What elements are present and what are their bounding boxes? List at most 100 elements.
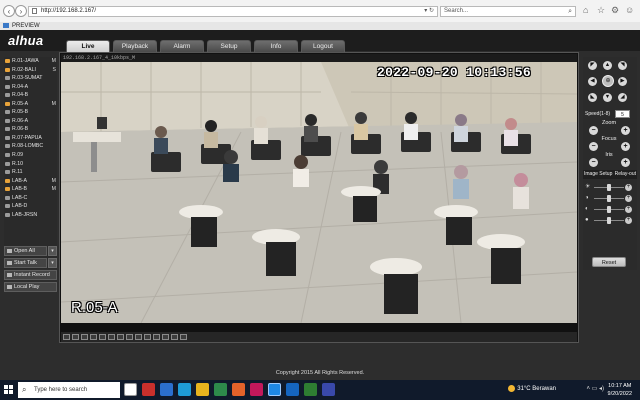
network-icon[interactable]: ▭ (592, 386, 598, 392)
focus-far-button[interactable]: + (621, 142, 630, 151)
browser-search-field[interactable]: Search... ⌕ (440, 6, 576, 17)
ptz-down-right-icon[interactable]: ◢ (618, 93, 627, 102)
layout-16-icon[interactable] (126, 334, 133, 340)
iris-open-button[interactable]: + (621, 158, 630, 167)
ptz-down-icon[interactable]: ▼ (603, 93, 612, 102)
stream-type-badge[interactable]: M (52, 57, 56, 66)
nav-tab-playback[interactable]: Playback (113, 40, 157, 52)
channel-item[interactable]: R.04-B (4, 91, 57, 100)
channel-item[interactable]: R.08-LOMBC (4, 142, 57, 151)
taskbar-clock[interactable]: 10:17 AM 9/20/2022 (608, 382, 632, 398)
address-bar[interactable]: http://192.168.2.167/ ▾ ↻ (28, 6, 438, 17)
channel-item[interactable]: R.11 (4, 168, 57, 177)
relay-out-tab[interactable]: Relay-out (615, 170, 636, 179)
app-icon-2[interactable] (160, 383, 173, 396)
file-explorer-icon[interactable] (196, 383, 209, 396)
smiley-icon[interactable]: ☺ (625, 5, 634, 15)
layout-8-icon[interactable] (108, 334, 115, 340)
channel-item[interactable]: R.06-A (4, 117, 57, 126)
stream-type-badge[interactable]: M (52, 100, 56, 109)
start-talk-dropdown-icon[interactable]: ▾ (48, 258, 57, 268)
layout-36-icon[interactable] (144, 334, 151, 340)
forward-arrow-icon[interactable]: › (15, 5, 27, 17)
ptz-center-icon[interactable]: ⊕ (602, 75, 614, 87)
original-size-icon[interactable] (72, 334, 79, 340)
browser-tab[interactable]: PREVIEW (2, 22, 40, 30)
layout-4-icon[interactable] (99, 334, 106, 340)
channel-item[interactable]: R.02-BALI S (4, 66, 57, 75)
home-icon[interactable]: ⌂ (583, 5, 588, 15)
refresh-icon[interactable]: ▾ ↻ (424, 7, 434, 16)
channel-item[interactable]: R.05-B (4, 108, 57, 117)
layout-9-icon[interactable] (117, 334, 124, 340)
channel-item[interactable]: R.05-A M (4, 100, 57, 109)
stream-type-badge[interactable]: M (52, 177, 56, 186)
channel-item[interactable]: R.01-JAWA M (4, 57, 57, 66)
ptz-left-icon[interactable]: ◀ (588, 77, 597, 86)
volume-icon[interactable]: ◂) (599, 386, 604, 392)
app-icon-1[interactable] (142, 383, 155, 396)
ptz-up-right-icon[interactable]: ◥ (618, 61, 627, 70)
nav-tab-live[interactable]: Live (66, 40, 110, 52)
snapshot-icon[interactable] (153, 334, 160, 340)
image-setup-tab[interactable]: Image Setup (584, 170, 612, 179)
hue-plus-icon[interactable]: + (625, 217, 632, 224)
nav-tab-info[interactable]: Info (254, 40, 298, 52)
contrast-plus-icon[interactable]: + (625, 195, 632, 202)
settings-gear-icon[interactable]: ⚙ (611, 5, 619, 16)
channel-item[interactable]: LAB-JRSN (4, 211, 57, 220)
fullscreen-icon[interactable] (81, 334, 88, 340)
tray-chevron-icon[interactable]: ˄ (586, 386, 590, 392)
windows-start-icon[interactable] (4, 385, 14, 395)
system-tray[interactable]: ˄ ▭ ◂) (586, 385, 604, 392)
reset-button[interactable]: Reset (592, 257, 626, 267)
brightness-plus-icon[interactable]: + (625, 184, 632, 191)
open-all-dropdown-icon[interactable]: ▾ (48, 246, 57, 256)
app-icon-3[interactable] (214, 383, 227, 396)
ptz-right-icon[interactable]: ▶ (618, 77, 627, 86)
layout-25-icon[interactable] (135, 334, 142, 340)
chrome-icon[interactable] (304, 383, 317, 396)
stream-toggle-icon[interactable] (171, 334, 178, 340)
brightness-slider-knob[interactable] (607, 184, 611, 191)
stream-type-badge[interactable]: S (53, 66, 56, 75)
layout-1-icon[interactable] (90, 334, 97, 340)
speed-select[interactable]: 5 (615, 110, 630, 118)
channel-item[interactable]: LAB-D (4, 202, 57, 211)
iris-close-button[interactable]: − (589, 158, 598, 167)
nav-tab-setup[interactable]: Setup (207, 40, 251, 52)
saturation-plus-icon[interactable]: + (625, 206, 632, 213)
hue-slider-knob[interactable] (607, 217, 611, 224)
stream-type-badge[interactable]: M (52, 185, 56, 194)
focus-near-button[interactable]: − (589, 142, 598, 151)
nav-tab-alarm[interactable]: Alarm (160, 40, 204, 52)
channel-item[interactable]: R.04-A (4, 83, 57, 92)
task-view-icon[interactable] (124, 383, 137, 396)
hue-slider[interactable]: ● + (585, 216, 635, 225)
nav-tab-logout[interactable]: Logout (301, 40, 345, 52)
record-toggle-icon[interactable] (162, 334, 169, 340)
ptz-up-left-icon[interactable]: ◤ (588, 61, 597, 70)
brightness-slider[interactable]: ☀ + (585, 183, 635, 192)
contrast-slider-knob[interactable] (607, 195, 611, 202)
channel-item[interactable]: R.03-SUMAT (4, 74, 57, 83)
internet-explorer-icon[interactable] (268, 383, 281, 396)
zoom-out-button[interactable]: − (589, 126, 598, 135)
app-icon-5[interactable] (286, 383, 299, 396)
channel-item[interactable]: R.06-B (4, 125, 57, 134)
search-icon[interactable]: ⌕ (568, 7, 572, 16)
app-icon-6[interactable] (322, 383, 335, 396)
channel-item[interactable]: LAB-C (4, 194, 57, 203)
contrast-slider[interactable]: ◑ + (585, 194, 635, 203)
channel-item[interactable]: LAB-A M (4, 177, 57, 186)
aspect-ratio-icon[interactable] (63, 334, 70, 340)
channel-item[interactable]: R.10 (4, 160, 57, 169)
refresh-stream-icon[interactable] (180, 334, 187, 340)
ptz-up-icon[interactable]: ▲ (603, 61, 612, 70)
zoom-in-button[interactable]: + (621, 126, 630, 135)
instant-record-button[interactable]: Instant Record (4, 270, 57, 280)
channel-item[interactable]: R.09 (4, 151, 57, 160)
live-video-frame[interactable]: 192.168.2.167_4_10kbps_M 2022-09-20 10:1… (59, 52, 579, 343)
open-all-button[interactable]: Open All (4, 246, 47, 256)
taskbar-search-input[interactable]: ⌕ Type here to search (18, 382, 120, 398)
